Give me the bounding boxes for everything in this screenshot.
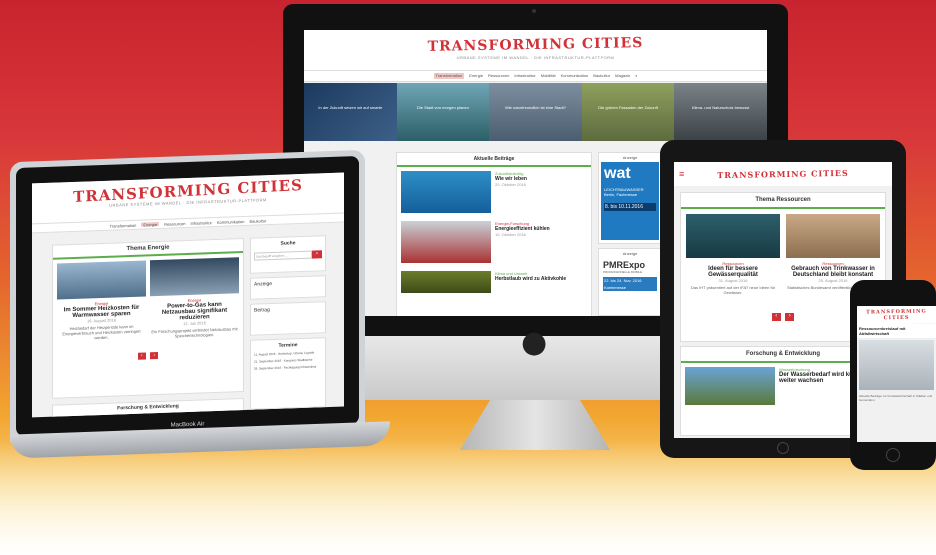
imac-camera: [532, 9, 536, 13]
nav-item[interactable]: Infrastruktur: [191, 220, 212, 226]
article-thumb: [150, 257, 239, 297]
pagination-prev[interactable]: ‹: [771, 313, 781, 321]
article-title[interactable]: Ideen für bessere Gewässerqualität: [686, 266, 780, 278]
article-thumb: [786, 214, 880, 258]
widget-title: Termine: [278, 342, 298, 349]
topic-energy: Thema Energie Energie Im Sommer Heizkost…: [52, 238, 244, 399]
nav-item[interactable]: Mobilität: [541, 73, 556, 79]
ad-box: Anzeige PMRExpo PROFESSIONELLE MOBILE 22…: [598, 248, 662, 316]
article-title[interactable]: Herbstlaub wird zu Aktivkohle: [495, 276, 587, 282]
ad-brand: wat: [604, 165, 631, 182]
site-logo[interactable]: TRANSFORMING CITIES: [857, 306, 936, 325]
event-item[interactable]: 26. September 2016 · Fachtagung Infrastr…: [254, 364, 322, 370]
iphone: TRANSFORMING CITIES Ressourcenkreislauf …: [850, 280, 936, 470]
hero-caption: Wie naturfreundlich ist eine Stadt?: [505, 105, 566, 110]
event-item[interactable]: 21. September 2016 · Kongress Stadtwerke: [254, 357, 322, 364]
hero-slider: In der Zukunft setzen wir auf smarte Die…: [304, 83, 767, 141]
section-title: Thema Ressourcen: [681, 193, 885, 209]
iphone-home-button: [886, 448, 900, 462]
nav-item[interactable]: Transformation: [433, 73, 465, 79]
widget-title: Beitrag: [254, 307, 270, 314]
article-card[interactable]: Energie Power-to-Gas kann Netzausbau sig…: [150, 257, 239, 339]
sidebar-widget: Anzeige: [250, 275, 326, 300]
pagination-prev[interactable]: ‹: [137, 352, 146, 360]
hero-caption: Die grünen Fassaden der Zukunft: [598, 105, 658, 110]
macbook: TRANSFORMING CITIES URBANE SYSTEME IM WA…: [10, 149, 365, 443]
macbook-screen: TRANSFORMING CITIES URBANE SYSTEME IM WA…: [32, 172, 344, 418]
hero-caption: Die Stadt von morgen planen: [416, 105, 469, 110]
nav-item[interactable]: Baukultur: [593, 73, 610, 79]
ad-label: Anzeige: [622, 251, 638, 256]
article-card[interactable]: Energie Im Sommer Heizkosten für Warmwas…: [57, 260, 146, 342]
ad-line: 8. bis 10.11.2016: [604, 203, 656, 211]
article-row[interactable]: Klima und Umwelt Herbstlaub wird zu Akti…: [397, 267, 591, 297]
iphone-screen: TRANSFORMING CITIES Ressourcenkreislauf …: [857, 306, 936, 442]
main-nav: Transformation Energie Ressourcen Infras…: [304, 70, 767, 82]
ad-label: Anzeige: [622, 155, 638, 160]
article-row[interactable]: Zukunftsträchtig Wie wir leben 20. Oktob…: [397, 167, 591, 217]
nav-item[interactable]: Magazin: [615, 73, 630, 79]
nav-item[interactable]: Ressourcen: [488, 73, 509, 79]
latest-posts: Aktuelle Beiträge Zukunftsträchtig Wie w…: [396, 152, 592, 316]
events-widget: Termine 11. August 2016 · Workshop: Urba…: [250, 337, 326, 410]
section-title: Aktuelle Beiträge: [397, 153, 591, 167]
search-button[interactable]: ⌕: [312, 250, 322, 259]
ad-brand: PMRExpo: [603, 260, 646, 270]
event-item[interactable]: 11. August 2016 · Workshop: Urbane Logis…: [254, 350, 322, 357]
article-teaser: Das IHT präsentiert auf der IFAT neue Id…: [690, 285, 776, 295]
search-icon[interactable]: ⌕: [635, 73, 637, 79]
nav-item[interactable]: Kommunikation: [217, 219, 245, 225]
hero-caption: In der Zukunft setzen wir auf smarte: [318, 105, 383, 110]
article-thumb: [57, 260, 146, 300]
nav-item[interactable]: Infrastruktur: [514, 73, 535, 79]
article-thumb: [685, 367, 775, 405]
article-row[interactable]: Energie-Forschung Energieeffizient kühle…: [397, 217, 591, 267]
nav-item[interactable]: Kommunikation: [561, 73, 589, 79]
ad-banner-pmr[interactable]: PMRExpo PROFESSIONELLE MOBILE 22. bis 24…: [601, 258, 659, 314]
article-date: 19. Oktober 2016: [495, 232, 526, 237]
ad-line: Berlin, Fachmesse: [604, 192, 638, 197]
article-date: 20. Oktober 2016: [495, 182, 526, 187]
article-thumb: [686, 214, 780, 258]
article-card[interactable]: Ressourcen Ideen für bessere Gewässerqua…: [686, 214, 780, 295]
hero-slide[interactable]: Die Stadt von morgen planen: [396, 83, 490, 141]
article-thumb: [401, 271, 491, 293]
nav-item[interactable]: Transformation: [110, 223, 137, 229]
article-thumb: [401, 221, 491, 263]
widget-title: Suche: [280, 240, 296, 247]
hero-slide[interactable]: Klima- und Naturschutz bewusst: [674, 83, 767, 141]
apple-logo-icon: ●: [521, 325, 548, 360]
search-widget: Suche Suchbegriff eingeben ... ⌕: [250, 235, 326, 274]
site-logo[interactable]: TRANSFORMING CITIES: [304, 33, 767, 57]
ipad-home-button: [777, 442, 789, 454]
search-input[interactable]: Suchbegriff eingeben ...: [254, 250, 312, 261]
pagination-next[interactable]: ›: [150, 352, 159, 360]
article-date: 31. August 2016: [718, 278, 748, 283]
ad-box: Anzeige wat LEICHTBAUWASSER Berlin, Fach…: [598, 152, 662, 244]
nav-item[interactable]: Energie: [141, 221, 160, 228]
imac-stand: [460, 400, 610, 450]
article-teaser: Ein Forschungsprojekt verbindet Netzausb…: [151, 326, 238, 339]
sidebar-widget: Beitrag: [250, 301, 326, 336]
article-thumb: [859, 340, 934, 390]
ad-line: 22. bis 24. Nov. 2016: [603, 277, 657, 284]
nav-item[interactable]: Ressourcen: [164, 221, 185, 227]
nav-item[interactable]: Baukultur: [249, 218, 266, 224]
ad-line: PROFESSIONELLE MOBILE: [603, 270, 643, 274]
article-title[interactable]: Gebrauch von Trinkwasser in Deutschland …: [786, 266, 880, 278]
widget-title: Anzeige: [254, 281, 273, 288]
article-title[interactable]: Ressourcenkreislauf mit Abfallwirtschaft: [857, 324, 936, 338]
hero-slide[interactable]: In der Zukunft setzen wir auf smarte: [304, 83, 397, 141]
article-teaser: Heizbedarf der Heizperiode kann im Energ…: [62, 323, 141, 341]
article-thumb: [401, 171, 491, 213]
article-teaser: Aktuelle Beiträge zur Kreislaufwirtschaf…: [859, 394, 933, 402]
nav-item[interactable]: Energie: [469, 73, 483, 79]
pagination-next[interactable]: ›: [785, 313, 795, 321]
hero-caption: Klima- und Naturschutz bewusst: [691, 105, 750, 110]
ad-banner-wat[interactable]: wat LEICHTBAUWASSER Berlin, Fachmesse 8.…: [601, 162, 659, 240]
hero-slide[interactable]: Wie naturfreundlich ist eine Stadt?: [489, 83, 582, 141]
site-logo[interactable]: TRANSFORMING CITIES: [674, 162, 892, 181]
ad-line: Koelnmesse: [603, 284, 657, 291]
hero-slide[interactable]: Die grünen Fassaden der Zukunft: [581, 83, 675, 141]
